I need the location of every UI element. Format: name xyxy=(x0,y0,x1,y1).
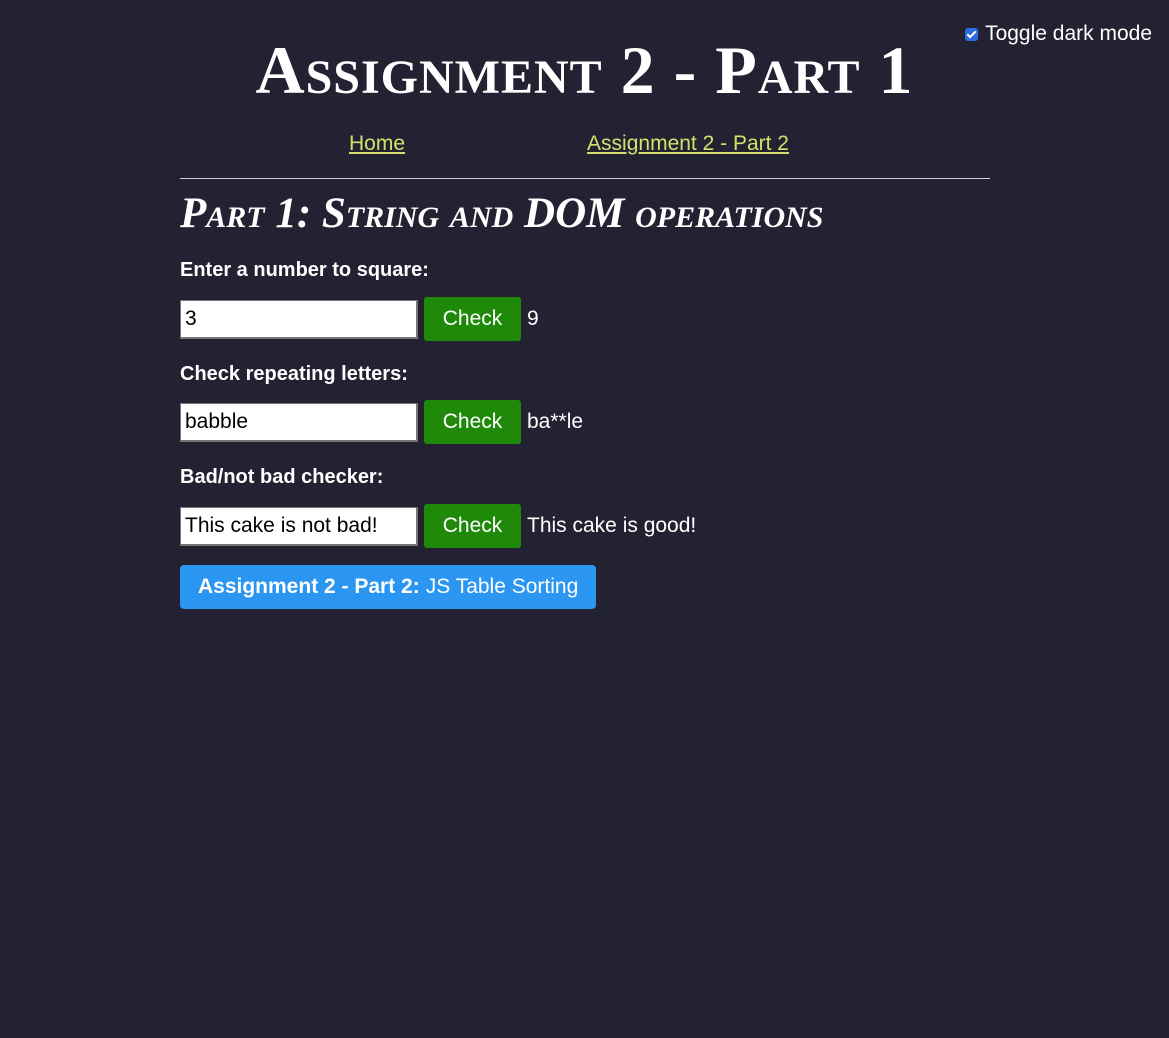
divider xyxy=(180,178,990,179)
repeating-letters-result: ba**le xyxy=(527,410,584,433)
square-result: 9 xyxy=(527,307,539,330)
repeating-letters-row: Check ba**le xyxy=(180,400,583,444)
square-check-button[interactable]: Check xyxy=(424,297,521,341)
square-row: Check 9 xyxy=(180,297,539,341)
part2-link-button[interactable]: Assignment 2 - Part 2: JS Table Sorting xyxy=(180,565,597,609)
bad-checker-check-button[interactable]: Check xyxy=(424,504,521,548)
nav-link-home[interactable]: Home xyxy=(349,132,405,156)
part2-button-text: JS Table Sorting xyxy=(425,575,579,598)
bad-checker-input[interactable] xyxy=(180,506,418,546)
repeating-letters-label: Check repeating letters: xyxy=(180,363,408,385)
main-nav: Home Assignment 2 - Part 2 xyxy=(0,132,1169,156)
section-title: Part 1: String and DOM operations xyxy=(180,190,824,237)
square-input[interactable] xyxy=(180,299,418,339)
repeating-letters-input[interactable] xyxy=(180,402,418,442)
nav-link-part2[interactable]: Assignment 2 - Part 2 xyxy=(587,132,789,156)
bad-checker-label: Bad/not bad checker: xyxy=(180,466,384,488)
bad-checker-result: This cake is good! xyxy=(527,514,697,537)
repeating-letters-check-button[interactable]: Check xyxy=(424,400,521,444)
part2-button-bold: Assignment 2 - Part 2: xyxy=(198,575,420,598)
bad-checker-row: Check This cake is good! xyxy=(180,504,696,548)
page-title: Assignment 2 - Part 1 xyxy=(255,32,914,108)
square-label: Enter a number to square: xyxy=(180,259,429,281)
